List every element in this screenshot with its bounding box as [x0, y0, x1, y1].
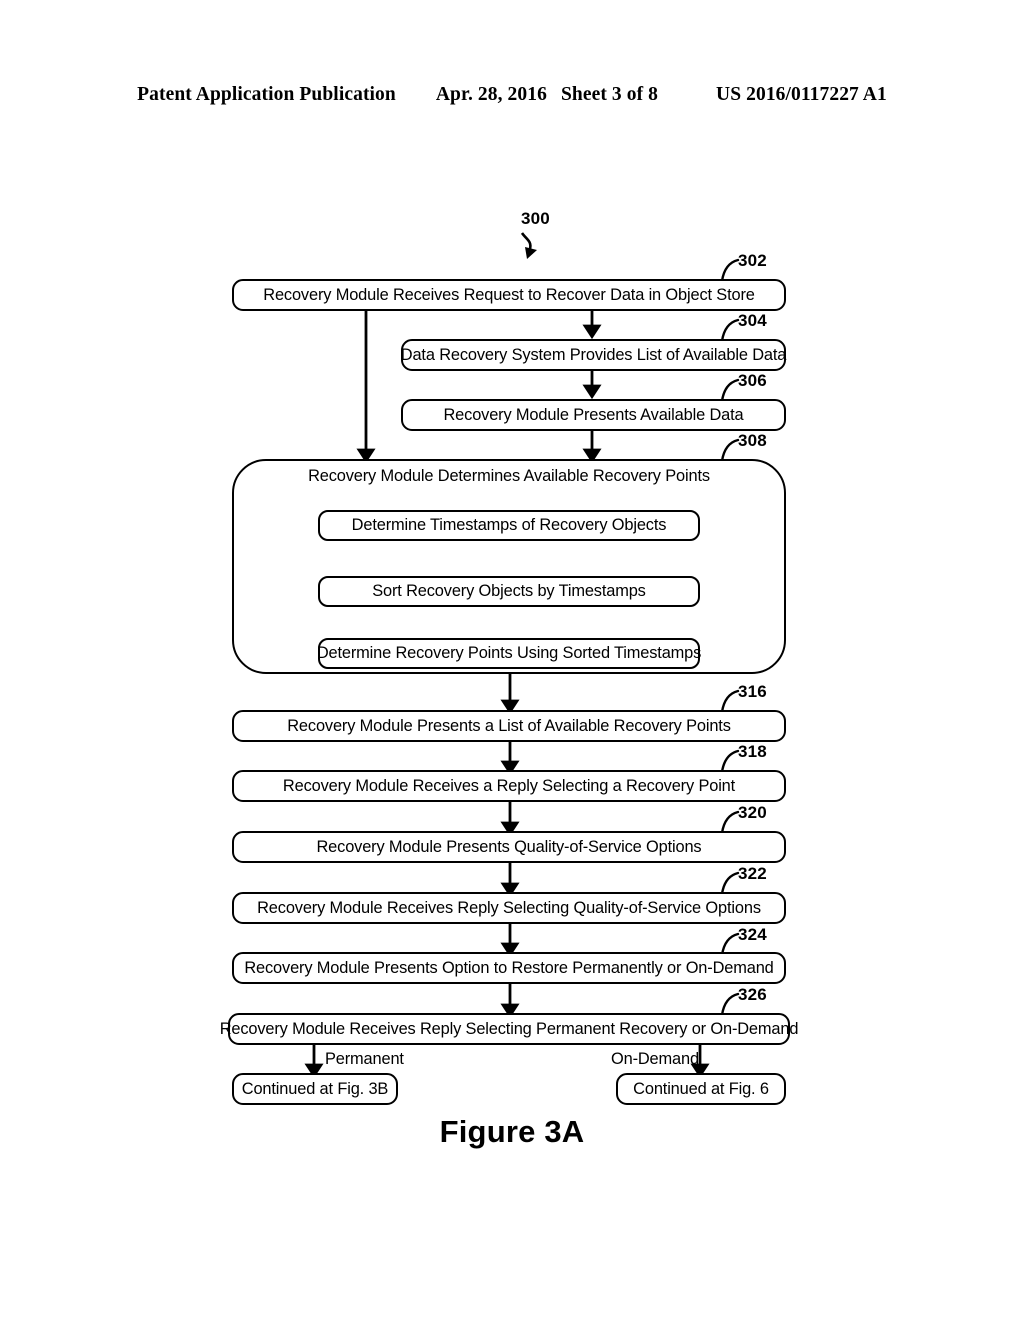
- process-box-302[interactable]: Recovery Module Receives Request to Reco…: [232, 279, 786, 311]
- process-box-310[interactable]: Determine Timestamps of Recovery Objects: [318, 510, 700, 541]
- branch-label-on-demand: On-Demand: [611, 1050, 699, 1068]
- process-box-318-label: Recovery Module Receives a Reply Selecti…: [282, 776, 736, 795]
- process-box-316[interactable]: Recovery Module Presents a List of Avail…: [232, 710, 786, 742]
- group-box-308-title: Recovery Module Determines Available Rec…: [308, 467, 710, 485]
- ref-numeral-326: 326: [738, 985, 767, 1004]
- process-box-326[interactable]: Recovery Module Receives Reply Selecting…: [220, 1013, 798, 1045]
- terminal-box-continued-fig-6-label: Continued at Fig. 6: [633, 1079, 769, 1098]
- process-box-316-label: Recovery Module Presents a List of Avail…: [287, 716, 731, 735]
- process-box-306-label: Recovery Module Presents Available Data: [443, 405, 744, 424]
- process-box-320[interactable]: Recovery Module Presents Quality-of-Serv…: [232, 831, 786, 863]
- terminal-box-continued-fig-3b[interactable]: Continued at Fig. 3B: [232, 1073, 398, 1105]
- figure-caption: Figure 3A: [439, 1114, 585, 1149]
- process-box-324-label: Recovery Module Presents Option to Resto…: [244, 958, 774, 977]
- ref-numeral-306: 306: [738, 371, 767, 390]
- process-box-312-label: Sort Recovery Objects by Timestamps: [372, 582, 646, 601]
- ref-numeral-302: 302: [738, 251, 767, 270]
- process-box-314-label: Determine Recovery Points Using Sorted T…: [316, 644, 702, 663]
- process-box-306[interactable]: Recovery Module Presents Available Data: [401, 399, 786, 431]
- process-box-310-label: Determine Timestamps of Recovery Objects: [351, 516, 667, 535]
- terminal-box-continued-fig-3b-label: Continued at Fig. 3B: [241, 1079, 389, 1098]
- process-box-312[interactable]: Sort Recovery Objects by Timestamps: [318, 576, 700, 607]
- process-box-314[interactable]: Determine Recovery Points Using Sorted T…: [316, 638, 702, 669]
- ref-numeral-304: 304: [738, 311, 767, 330]
- process-box-326-label: Recovery Module Receives Reply Selecting…: [219, 1019, 799, 1038]
- process-box-304-label: Data Recovery System Provides List of Av…: [400, 345, 787, 364]
- ref-numeral-324: 324: [738, 925, 767, 944]
- process-box-320-label: Recovery Module Presents Quality-of-Serv…: [316, 837, 702, 856]
- branch-label-permanent: Permanent: [325, 1050, 404, 1068]
- ref-numeral-300: 300: [521, 209, 550, 228]
- ref-numeral-308: 308: [738, 431, 767, 450]
- process-box-302-label: Recovery Module Receives Request to Reco…: [263, 285, 755, 304]
- terminal-box-continued-fig-6[interactable]: Continued at Fig. 6: [616, 1073, 786, 1105]
- ref-numeral-320: 320: [738, 803, 767, 822]
- process-box-304[interactable]: Data Recovery System Provides List of Av…: [401, 339, 786, 371]
- flowchart-figure: 300 302 304 306 308 310 312 314 316 318 …: [0, 0, 1024, 1320]
- process-box-322[interactable]: Recovery Module Receives Reply Selecting…: [232, 892, 786, 924]
- process-box-324[interactable]: Recovery Module Presents Option to Resto…: [232, 952, 786, 984]
- ref-numeral-318: 318: [738, 742, 767, 761]
- ref-numeral-322: 322: [738, 864, 767, 883]
- process-box-318[interactable]: Recovery Module Receives a Reply Selecti…: [232, 770, 786, 802]
- ref-numeral-316: 316: [738, 682, 767, 701]
- process-box-322-label: Recovery Module Receives Reply Selecting…: [257, 898, 761, 917]
